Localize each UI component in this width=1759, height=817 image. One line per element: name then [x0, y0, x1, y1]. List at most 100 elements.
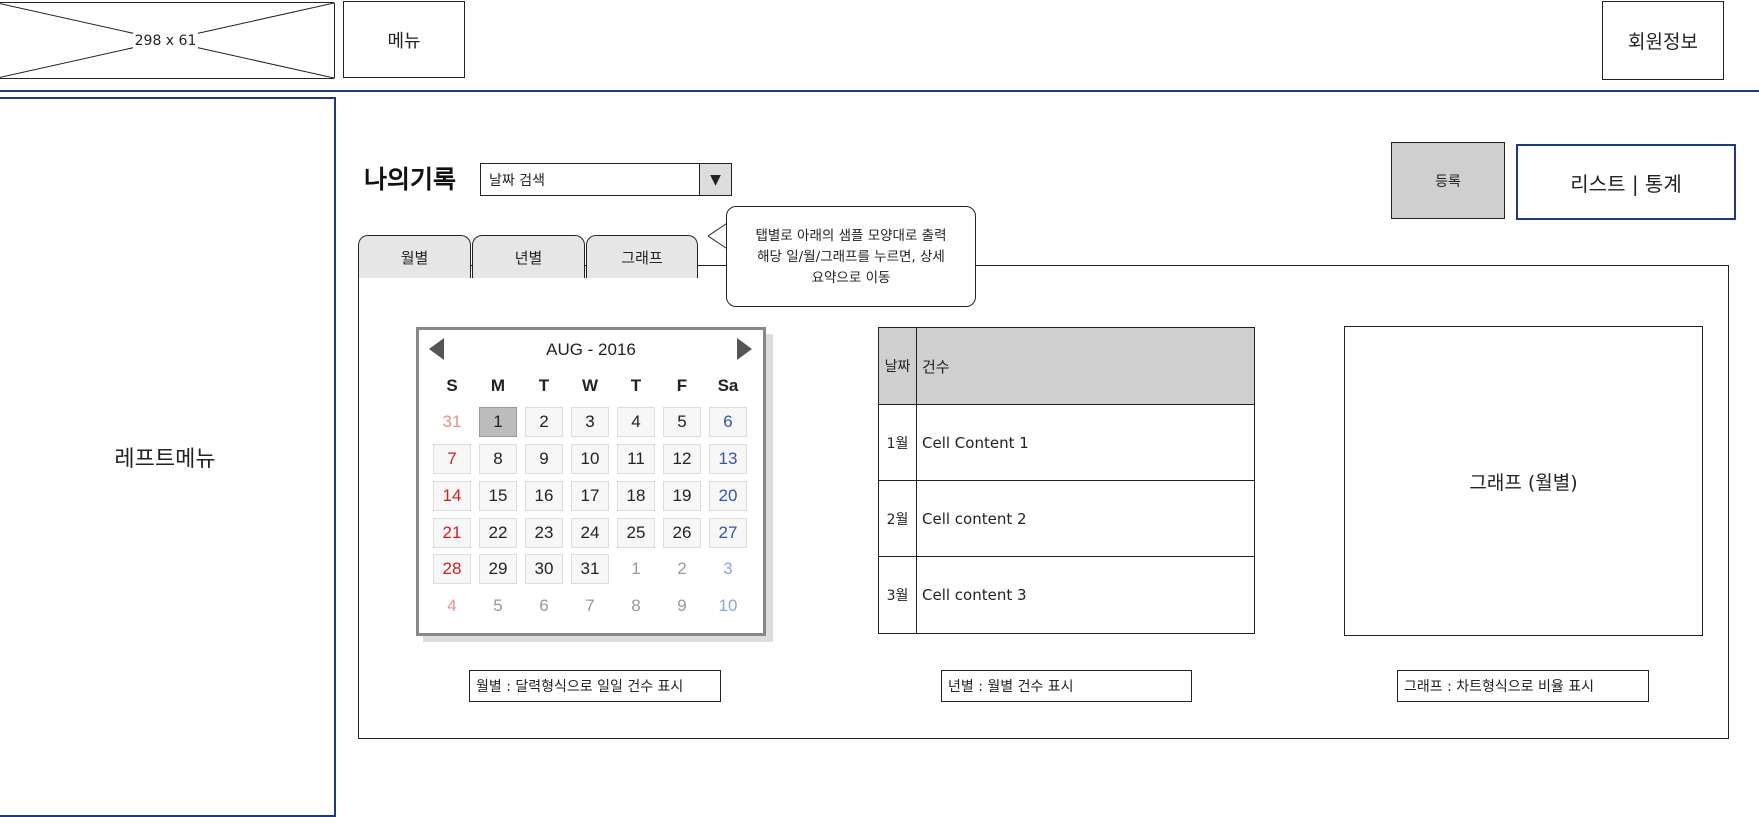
calendar-day[interactable]: 4 — [433, 591, 471, 621]
tab-yearly[interactable]: 년별 — [472, 235, 585, 278]
callout-line-1: 탭별로 아래의 샘플 모양대로 출력 — [755, 228, 947, 244]
calendar-day[interactable]: 5 — [663, 407, 701, 437]
table-cell-month: 1월 — [879, 405, 917, 480]
calendar-day[interactable]: 18 — [617, 481, 655, 511]
table-header-count: 건수 — [922, 357, 950, 376]
logo-size-label: 298 x 61 — [132, 33, 199, 49]
table-cell-month: 3월 — [879, 557, 917, 633]
tab-graph[interactable]: 그래프 — [586, 235, 698, 278]
calendar-day[interactable]: 7 — [433, 444, 471, 474]
graph-placeholder[interactable]: 그래프 (월별) — [1344, 326, 1703, 636]
calendar-day[interactable]: 10 — [709, 591, 747, 621]
header-divider — [0, 90, 1759, 92]
calendar-day[interactable]: 22 — [479, 518, 517, 548]
calendar-month-label: AUG - 2016 — [546, 340, 636, 359]
tab-yearly-label: 년별 — [514, 248, 543, 267]
table-row[interactable]: 1월 Cell Content 1 — [879, 405, 1254, 481]
calendar-day[interactable]: 19 — [663, 481, 701, 511]
graph-caption-text: 그래프 : 차트형식으로 비율 표시 — [1404, 679, 1594, 695]
table-header-date: 날짜 — [879, 328, 917, 404]
calendar-day[interactable]: 6 — [709, 407, 747, 437]
calendar-day[interactable]: 17 — [571, 481, 609, 511]
calendar-day[interactable]: 25 — [617, 518, 655, 548]
calendar-day[interactable]: 11 — [617, 444, 655, 474]
left-menu[interactable]: 레프트메뉴 — [0, 97, 336, 817]
calendar-day[interactable]: 29 — [479, 554, 517, 584]
dropdown-arrow-icon[interactable]: ▼ — [699, 164, 731, 195]
calendar-day[interactable]: 13 — [709, 444, 747, 474]
calendar-day[interactable]: 23 — [525, 518, 563, 548]
table-cell-content: Cell content 3 — [922, 586, 1027, 604]
calendar-day[interactable]: 21 — [433, 518, 471, 548]
table-cell-content: Cell Content 1 — [922, 433, 1029, 452]
calendar-day[interactable]: 28 — [433, 554, 471, 584]
list-stats-toggle[interactable]: 리스트 | 통계 — [1516, 144, 1736, 220]
monthly-caption: 월별 : 달력형식으로 일일 건수 표시 — [469, 670, 721, 702]
prev-month-icon[interactable] — [429, 338, 445, 360]
calendar-day[interactable]: 14 — [433, 481, 471, 511]
calendar-weekday: W — [581, 376, 599, 395]
calendar-day[interactable]: 5 — [479, 591, 517, 621]
callout-line-3: 요약으로 이동 — [811, 270, 891, 286]
calendar-day[interactable]: 3 — [571, 407, 609, 437]
member-info-label: 회원정보 — [1628, 31, 1698, 53]
next-month-icon[interactable] — [737, 338, 753, 360]
calendar-weekday: T — [630, 376, 642, 395]
date-search-select[interactable]: 날짜 검색 ▼ — [480, 163, 732, 196]
calendar-day[interactable]: 26 — [663, 518, 701, 548]
calendar-day[interactable]: 2 — [663, 554, 701, 584]
register-button[interactable]: 등록 — [1391, 142, 1505, 219]
register-label: 등록 — [1435, 173, 1461, 190]
monthly-caption-text: 월별 : 달력형식으로 일일 건수 표시 — [476, 679, 684, 695]
graph-caption: 그래프 : 차트형식으로 비율 표시 — [1397, 670, 1649, 702]
calendar: AUG - 2016 S M T W T F Sa 31 1 2 3 4 5 6 7 8 9 10 11 12 13 14… — [416, 327, 766, 636]
table-cell-content: Cell content 2 — [922, 509, 1027, 528]
calendar-day[interactable]: 1 — [617, 554, 655, 584]
calendar-day[interactable]: 16 — [525, 481, 563, 511]
calendar-day[interactable]: 8 — [617, 591, 655, 621]
calendar-weekday: F — [676, 376, 688, 395]
table-cell-month: 2월 — [879, 481, 917, 556]
calendar-day[interactable]: 4 — [617, 407, 655, 437]
calendar-weekday: M — [490, 376, 506, 395]
calendar-weekday: T — [538, 376, 550, 395]
list-stats-label: 리스트 | 통계 — [1570, 171, 1682, 196]
tab-graph-label: 그래프 — [621, 248, 663, 267]
calendar-day[interactable]: 7 — [571, 591, 609, 621]
tab-note-callout: 탭별로 아래의 샘플 모양대로 출력 해당 일/월/그래프를 누르면, 상세 요… — [726, 206, 976, 307]
calendar-day[interactable]: 3 — [709, 554, 747, 584]
tab-monthly-label: 월별 — [400, 248, 429, 267]
left-menu-label: 레프트메뉴 — [114, 447, 216, 472]
page-title: 나의기록 — [364, 165, 457, 194]
calendar-day[interactable]: 9 — [663, 591, 701, 621]
calendar-day[interactable]: 8 — [479, 444, 517, 474]
calendar-day[interactable]: 2 — [525, 407, 563, 437]
table-header-row: 날짜 건수 — [879, 328, 1254, 405]
calendar-day[interactable]: 15 — [479, 481, 517, 511]
menu-button[interactable]: 메뉴 — [343, 1, 465, 78]
member-info-button[interactable]: 회원정보 — [1602, 1, 1724, 80]
calendar-day[interactable]: 1 — [479, 407, 517, 437]
table-row[interactable]: 2월 Cell content 2 — [879, 481, 1254, 557]
calendar-day[interactable]: 27 — [709, 518, 747, 548]
calendar-day[interactable]: 20 — [709, 481, 747, 511]
calendar-weekday: Sa — [717, 376, 739, 395]
table-row[interactable]: 3월 Cell content 3 — [879, 557, 1254, 633]
monthly-count-table: 날짜 건수 1월 Cell Content 1 2월 Cell content … — [878, 327, 1255, 634]
calendar-day[interactable]: 24 — [571, 518, 609, 548]
logo-placeholder: 298 x 61 — [0, 2, 335, 79]
calendar-day[interactable]: 10 — [571, 444, 609, 474]
calendar-day[interactable]: 31 — [571, 554, 609, 584]
menu-label: 메뉴 — [387, 30, 421, 52]
calendar-day[interactable]: 12 — [663, 444, 701, 474]
calendar-day[interactable]: 6 — [525, 591, 563, 621]
calendar-weekday: S — [446, 376, 458, 395]
tab-monthly[interactable]: 월별 — [358, 235, 471, 278]
calendar-day[interactable]: 30 — [525, 554, 563, 584]
calendar-day[interactable]: 31 — [433, 407, 471, 437]
callout-line-2: 해당 일/월/그래프를 누르면, 상세 — [757, 249, 945, 265]
graph-label: 그래프 (월별) — [1469, 471, 1578, 494]
calendar-day[interactable]: 9 — [525, 444, 563, 474]
yearly-caption-text: 년별 : 월별 건수 표시 — [948, 679, 1074, 695]
yearly-caption: 년별 : 월별 건수 표시 — [941, 670, 1192, 702]
